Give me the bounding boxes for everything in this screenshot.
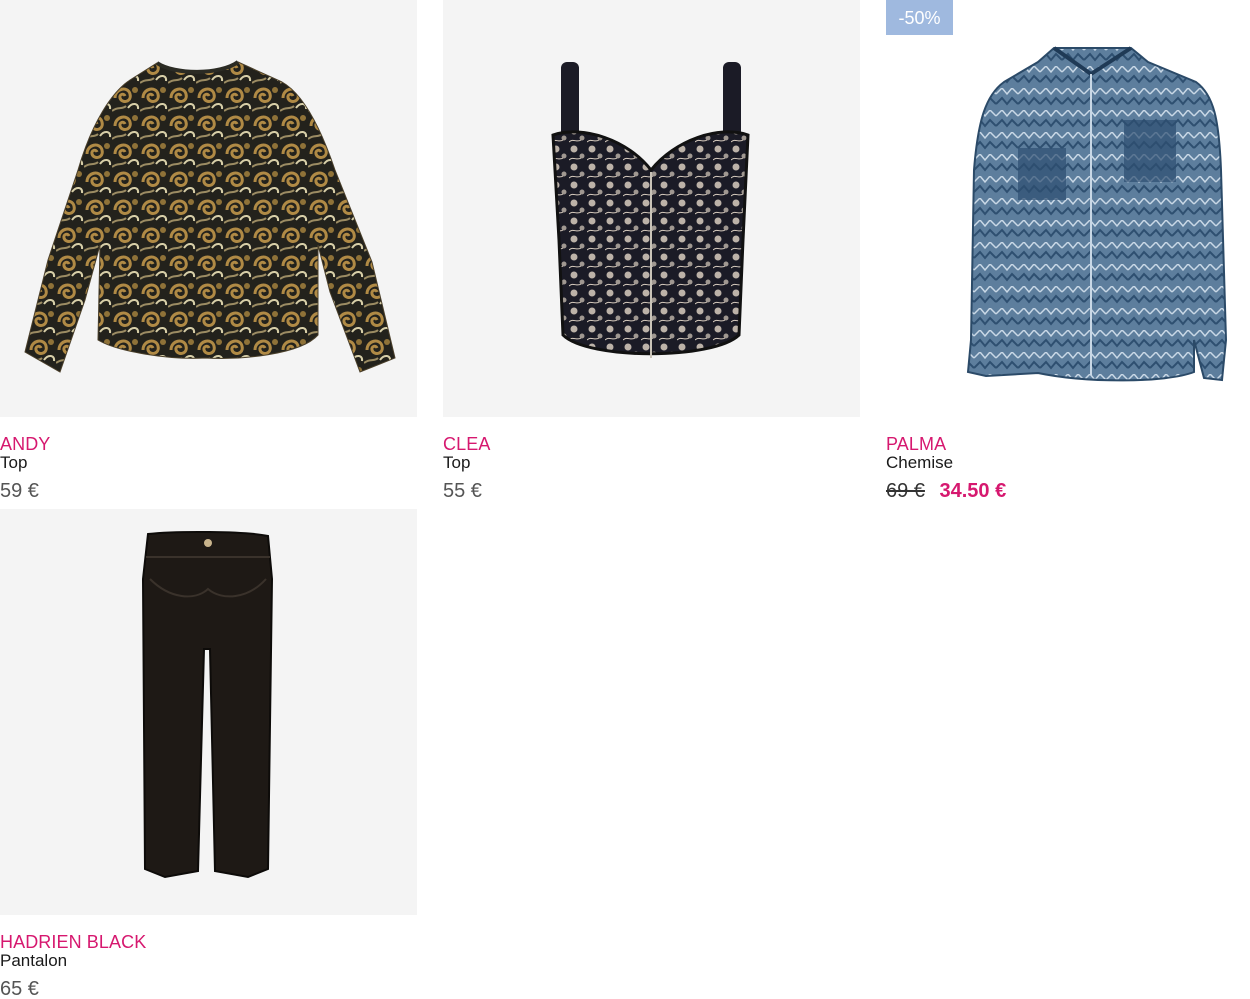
product-type[interactable]: Top bbox=[0, 453, 417, 472]
product-old-price: 69 € bbox=[886, 480, 925, 502]
product-brand[interactable]: ANDY bbox=[0, 435, 417, 453]
price-row: 55 € bbox=[443, 481, 860, 501]
product-sale-price: 34.50 € bbox=[939, 480, 1007, 502]
lace-bustier-image bbox=[551, 62, 750, 358]
product-type[interactable]: Top bbox=[443, 453, 860, 472]
product-brand[interactable]: PALMA bbox=[886, 435, 1250, 453]
product-image-hadrien-black[interactable] bbox=[0, 509, 417, 915]
product-type[interactable]: Pantalon bbox=[0, 951, 417, 970]
black-trousers-image bbox=[141, 530, 274, 879]
product-brand[interactable]: HADRIEN BLACK bbox=[0, 933, 417, 951]
product-type[interactable]: Chemise bbox=[886, 453, 1250, 472]
product-price: 65 € bbox=[0, 978, 39, 999]
product-image-clea[interactable] bbox=[443, 0, 860, 417]
product-price: 55 € bbox=[443, 480, 482, 502]
product-brand[interactable]: CLEA bbox=[443, 435, 860, 453]
product-image-palma[interactable]: -50% bbox=[886, 0, 1250, 417]
product-price: 59 € bbox=[0, 480, 39, 502]
product-card-hadrien-black[interactable]: HADRIEN BLACK Pantalon 65 € bbox=[0, 509, 417, 999]
product-image-andy[interactable] bbox=[0, 0, 417, 417]
product-card-clea[interactable]: CLEA Top 55 € bbox=[443, 0, 860, 501]
price-row: 69 € 34.50 € bbox=[886, 481, 1250, 501]
price-row: 65 € bbox=[0, 979, 417, 999]
price-row: 59 € bbox=[0, 481, 417, 501]
discount-badge: -50% bbox=[886, 0, 953, 35]
product-card-palma[interactable]: -50% PALMA Chemise 69 € 34.50 € bbox=[886, 0, 1250, 501]
blue-print-shirt-image bbox=[966, 46, 1228, 382]
product-card-andy[interactable]: ANDY Top 59 € bbox=[0, 0, 417, 501]
paisley-blouse-image bbox=[24, 60, 396, 373]
